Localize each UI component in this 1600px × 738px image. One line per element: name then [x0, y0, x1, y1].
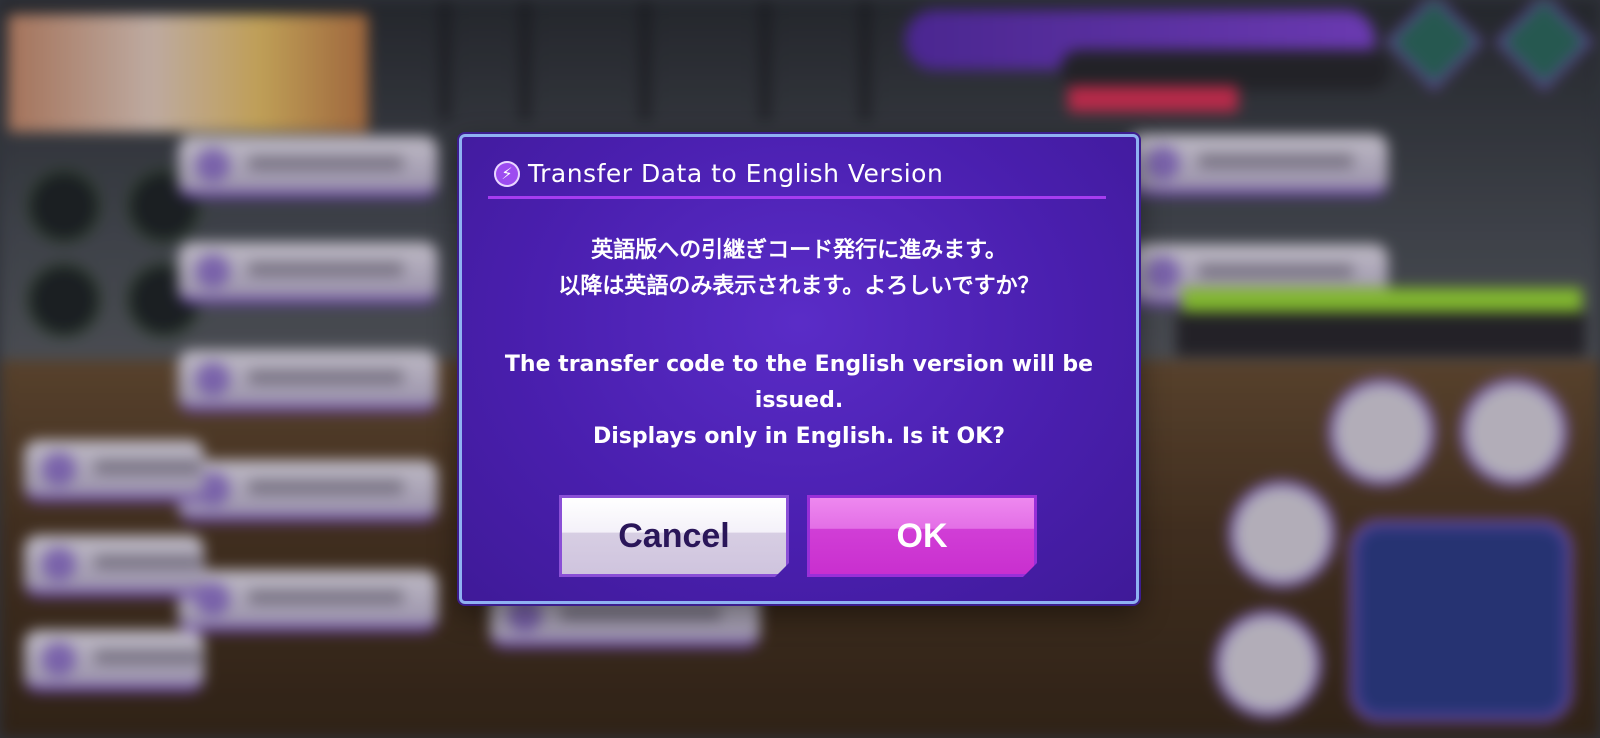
lightning-bolt-icon: ⚡ [494, 161, 520, 187]
message-line: Displays only in English. Is it OK? [592, 424, 1006, 449]
message-line: The transfer code to the English version… [504, 352, 1094, 377]
transfer-dialog: ⚡ Transfer Data to English Version 英語版への… [459, 134, 1139, 604]
message-line: 以降は英語のみ表示されます。よろしいですか？ [558, 274, 1040, 299]
cancel-button[interactable]: Cancel [559, 495, 789, 577]
dialog-title: Transfer Data to English Version [528, 159, 944, 188]
message-line: 英語版への引継ぎコード発行に進みます。 [591, 238, 1007, 263]
title-divider [488, 196, 1106, 199]
dialog-header: ⚡ Transfer Data to English Version [492, 155, 1106, 199]
message-line: issued. [754, 388, 844, 413]
ok-button[interactable]: OK [807, 495, 1037, 577]
english-message: The transfer code to the English version… [482, 347, 1116, 455]
japanese-message: 英語版への引継ぎコード発行に進みます。 以降は英語のみ表示されます。よろしいです… [482, 233, 1116, 305]
